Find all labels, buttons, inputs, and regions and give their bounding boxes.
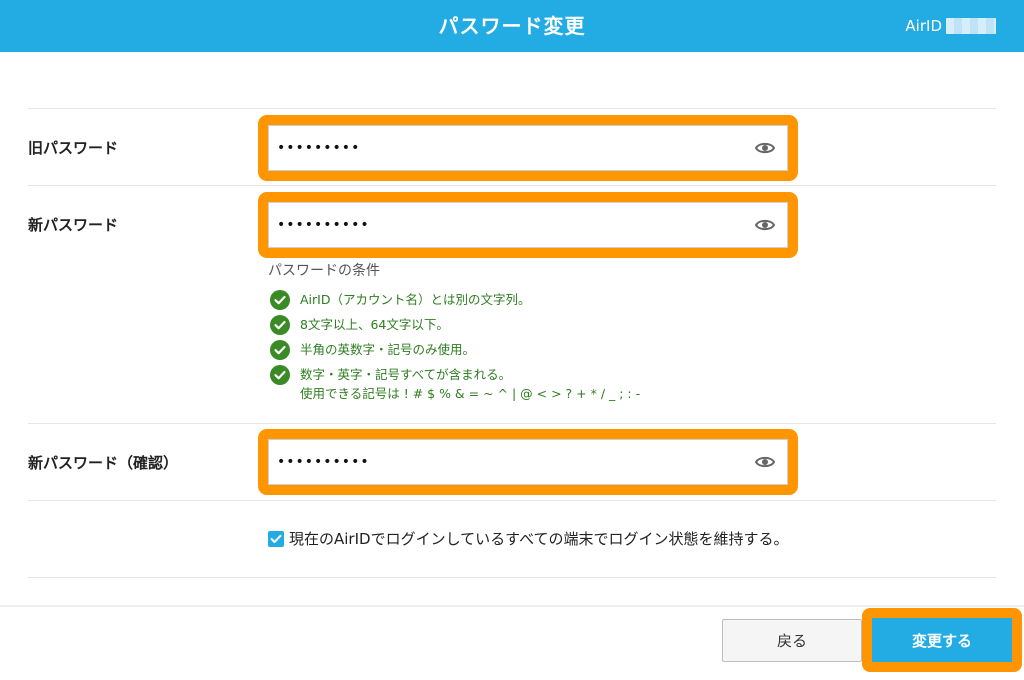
change-password-button-label: 変更する [911,631,972,650]
old-password-field [268,125,788,171]
confirm-password-input[interactable] [269,453,751,471]
account-display: AirID [905,0,996,52]
back-button[interactable]: 戻る [722,619,862,662]
footer-divider [0,605,1024,607]
condition-text: 8文字以上、64文字以下。 [300,317,449,332]
change-password-button[interactable]: 変更する [872,618,1012,662]
condition-text: 半角の英数字・記号のみ使用。 [300,342,476,357]
back-button-label: 戻る [776,632,807,650]
old-password-highlight [258,115,798,181]
keep-login-option[interactable]: 現在のAirIDでログインしているすべての端末でログイン状態を維持する。 [268,528,788,549]
condition-text: AirID（アカウント名）とは別の文字列。 [300,292,531,307]
divider [28,423,996,424]
keep-login-checkbox[interactable] [268,530,284,547]
divider [28,108,996,109]
condition-item: 数字・英字・記号すべてが含まれる。 使用できる記号は ! # $ % & = ~… [270,365,640,407]
eye-icon[interactable] [751,452,779,472]
new-password-input[interactable] [269,216,751,234]
condition-text: 数字・英字・記号すべてが含まれる。 [300,367,512,382]
account-id-masked [946,18,996,34]
keep-login-label: 現在のAirIDでログインしているすべての端末でログイン状態を維持する。 [289,530,789,548]
confirm-password-highlight [258,429,798,495]
old-password-input[interactable] [269,139,751,157]
new-password-label: 新パスワード [28,216,119,234]
check-circle-icon [270,365,290,385]
confirm-password-label: 新パスワード（確認） [28,454,179,472]
submit-highlight: 変更する [862,608,1022,672]
check-circle-icon [270,290,290,310]
new-password-field [268,202,788,248]
old-password-label: 旧パスワード [28,139,119,157]
account-label: AirID [905,17,942,35]
password-conditions-title: パスワードの条件 [268,263,380,279]
new-password-highlight [258,192,798,258]
app-header: パスワード変更 AirID [0,0,1024,52]
divider [28,185,996,186]
allowed-symbols-note: 使用できる記号は ! # $ % & = ~ ^ | @ < > ? + * /… [300,386,641,401]
condition-item: 半角の英数字・記号のみ使用。 [270,340,640,365]
condition-item: AirID（アカウント名）とは別の文字列。 [270,290,640,315]
divider [28,577,996,578]
eye-icon[interactable] [751,138,779,158]
eye-icon[interactable] [751,215,779,235]
divider [28,500,996,501]
page-title: パスワード変更 [438,14,586,38]
password-conditions-list: AirID（アカウント名）とは別の文字列。 8文字以上、64文字以下。 半角の英… [270,290,640,407]
check-circle-icon [270,315,290,335]
condition-item: 8文字以上、64文字以下。 [270,315,640,340]
checkmark-icon [270,534,282,543]
confirm-password-field [268,439,788,485]
check-circle-icon [270,340,290,360]
